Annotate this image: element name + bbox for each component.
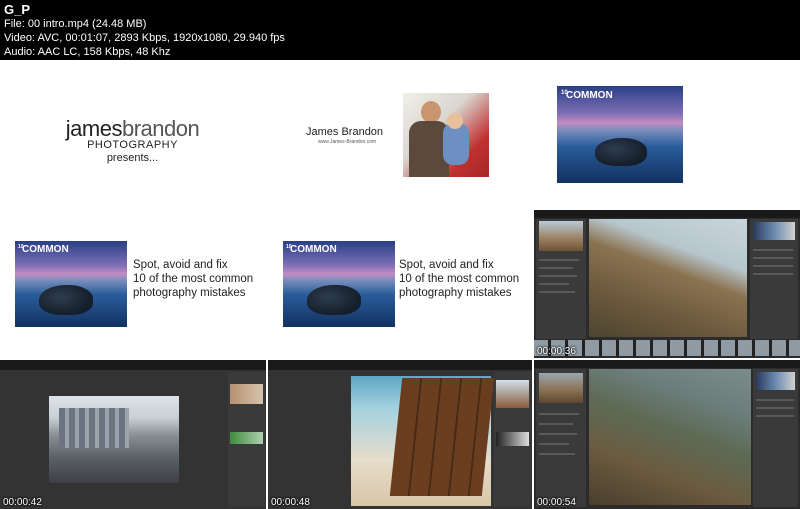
app-titlebar — [0, 360, 266, 370]
navigator-preview — [539, 373, 583, 403]
panel-row — [753, 249, 793, 251]
audio-info: Audio: AAC LC, 158 Kbps, 48 Khz — [4, 46, 171, 58]
frame-logo: jamesbrandon PHOTOGRAPHY presents... — [0, 60, 265, 208]
timestamp: 00:00:54 — [537, 497, 576, 508]
cover-title: COMMON — [290, 244, 337, 255]
video-info: Video: AVC, 00:01:07, 2893 Kbps, 1920x10… — [4, 32, 285, 44]
app-titlebar — [534, 360, 800, 368]
cover-rock — [39, 285, 93, 315]
cover-title: COMMON — [22, 244, 69, 255]
timestamp: 00:00:42 — [3, 497, 42, 508]
author-photo — [403, 93, 489, 177]
sheet-title: G_P — [4, 2, 31, 17]
histogram — [496, 432, 529, 446]
right-panel — [228, 372, 265, 507]
promo-line-1: Spot, avoid and fix — [399, 259, 494, 271]
city-skyline — [59, 408, 129, 448]
author-site: www.James-Brandon.com — [318, 139, 377, 145]
promo-line-2: 10 of the most common — [133, 273, 254, 285]
panel-row — [539, 291, 575, 293]
panel-row — [539, 267, 573, 269]
panel-row — [756, 399, 794, 401]
frame-photoshop-1: 00:00:42 — [0, 360, 266, 509]
panel-row — [539, 423, 573, 425]
panel-row — [539, 453, 575, 455]
timestamp: 00:00:48 — [271, 497, 310, 508]
panel-row — [753, 265, 793, 267]
panel-row — [539, 275, 577, 277]
right-panel — [750, 219, 798, 339]
thumbnail-sheet: G_P File: 00 intro.mp4 (24.48 MB) Video:… — [0, 0, 800, 509]
histogram — [230, 432, 263, 444]
frame-photoshop-2: 00:00:48 — [268, 360, 532, 509]
histogram — [753, 222, 795, 240]
navigator-preview — [539, 221, 583, 251]
panel-row — [539, 433, 577, 435]
cover-title: COMMON — [566, 90, 613, 101]
main-photo — [589, 369, 751, 505]
cover-rock — [595, 138, 647, 166]
author-name: James Brandon — [306, 126, 384, 138]
canvas-image — [49, 396, 179, 483]
panel-row — [539, 413, 579, 415]
promo-line-2: 10 of the most common — [399, 273, 520, 285]
main-photo — [589, 219, 747, 337]
thumb-preview — [230, 384, 263, 404]
frame-cover: 10 COMMON — [534, 60, 800, 208]
histogram — [756, 372, 795, 390]
panel-row — [539, 259, 579, 261]
promo-line-1: Spot, avoid and fix — [133, 259, 228, 271]
panel-row — [756, 407, 794, 409]
promo-line-3: photography mistakes — [133, 287, 246, 299]
info-header: G_P File: 00 intro.mp4 (24.48 MB) Video:… — [0, 0, 800, 60]
cover-image: 10 COMMON — [283, 241, 395, 327]
frame-lightroom-2: 00:00:54 — [534, 360, 800, 509]
brand-second: brandon — [121, 116, 200, 141]
wood-plank — [389, 378, 495, 496]
right-panel — [753, 369, 798, 507]
frame-promo-1: 10 COMMON Spot, avoid and fix 10 of the … — [0, 210, 266, 358]
left-panel — [536, 369, 586, 507]
cover-image: 10 COMMON — [15, 241, 127, 327]
frame-author: James Brandon www.James-Brandon.com — [268, 60, 532, 208]
panel-row — [753, 257, 793, 259]
panel-row — [539, 283, 569, 285]
cover-image: 10 COMMON — [557, 86, 683, 183]
frame-lightroom-1: 00:00:36 — [534, 210, 800, 358]
brand-first: james — [65, 116, 123, 141]
timestamp: 00:00:36 — [537, 346, 576, 357]
brand-sub: PHOTOGRAPHY — [87, 139, 178, 151]
thumb-preview — [496, 380, 529, 408]
file-info: File: 00 intro.mp4 (24.48 MB) — [4, 18, 147, 30]
photo-child — [443, 123, 469, 165]
photo-person-head — [421, 101, 441, 123]
presents-text: presents... — [106, 152, 159, 164]
panel-row — [753, 273, 793, 275]
app-titlebar — [268, 360, 532, 370]
promo-line-3: photography mistakes — [399, 287, 512, 299]
panel-row — [539, 443, 569, 445]
panel-row — [756, 415, 794, 417]
frame-promo-2: 10 COMMON Spot, avoid and fix 10 of the … — [268, 210, 532, 358]
right-panel — [494, 372, 531, 507]
canvas-image — [351, 376, 495, 506]
cover-rock — [307, 285, 361, 315]
photo-child-head — [447, 113, 463, 129]
left-panel — [536, 219, 586, 339]
app-titlebar — [534, 210, 800, 218]
